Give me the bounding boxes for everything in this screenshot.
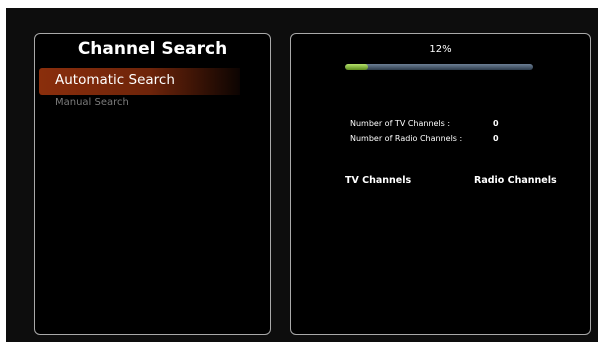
progress-bar bbox=[345, 64, 533, 70]
search-progress-panel: 12% Number of TV Channels : 0 Number of … bbox=[290, 33, 591, 335]
radio-channel-count-value: 0 bbox=[493, 134, 499, 143]
tv-channel-count-value: 0 bbox=[493, 119, 499, 128]
menu-item-automatic-search[interactable]: Automatic Search bbox=[39, 68, 240, 95]
menu-item-manual-search[interactable]: Manual Search bbox=[55, 97, 129, 108]
tv-channels-column-header: TV Channels bbox=[345, 175, 412, 186]
progress-bar-fill bbox=[345, 64, 368, 70]
tv-channel-count-label: Number of TV Channels : bbox=[350, 119, 451, 128]
tv-screen: Channel Search Automatic Search Manual S… bbox=[6, 8, 598, 342]
radio-channel-count-label: Number of Radio Channels : bbox=[350, 134, 463, 143]
progress-percent: 12% bbox=[429, 44, 452, 55]
panel-title: Channel Search bbox=[77, 39, 228, 59]
radio-channels-column-header: Radio Channels bbox=[474, 175, 557, 186]
menu-item-label: Automatic Search bbox=[55, 72, 175, 88]
channel-search-menu-panel: Channel Search Automatic Search Manual S… bbox=[34, 33, 271, 335]
